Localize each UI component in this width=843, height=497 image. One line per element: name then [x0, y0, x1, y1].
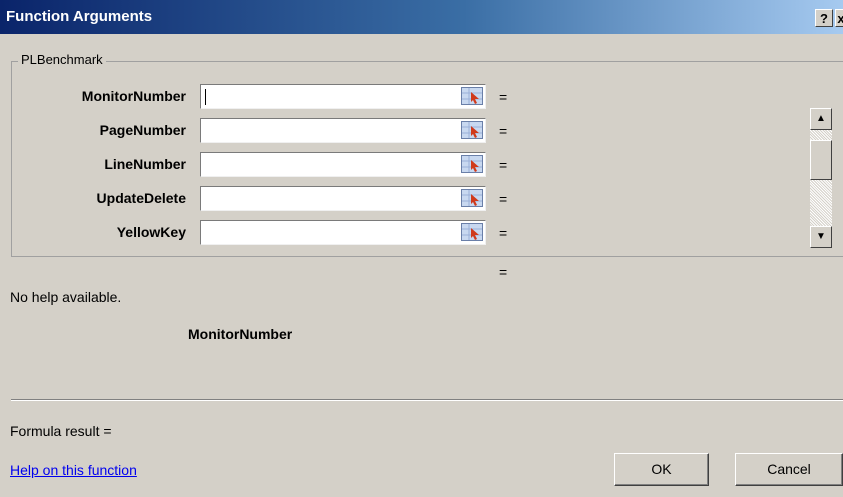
scroll-up-button[interactable]: ▲: [810, 108, 832, 130]
argument-label: YellowKey: [116, 224, 186, 240]
argument-result: =: [499, 123, 508, 139]
cancel-button[interactable]: Cancel: [735, 453, 843, 486]
collapse-dialog-icon[interactable]: [461, 189, 483, 207]
argument-result: =: [499, 157, 508, 173]
selected-argument-name: MonitorNumber: [188, 326, 293, 342]
ok-button[interactable]: OK: [614, 453, 709, 486]
argument-result: =: [499, 89, 508, 105]
window-title: Function Arguments: [6, 8, 153, 25]
collapse-dialog-icon[interactable]: [461, 87, 483, 105]
function-result-equals: =: [499, 264, 508, 280]
separator: [11, 399, 843, 401]
argument-label: PageNumber: [99, 122, 186, 138]
argument-label: MonitorNumber: [81, 88, 186, 104]
help-button[interactable]: ?: [815, 9, 833, 27]
argument-input-monitornumber[interactable]: [200, 84, 486, 109]
collapse-dialog-icon[interactable]: [461, 223, 483, 241]
argument-input-linenumber[interactable]: [200, 152, 486, 177]
function-name-legend: PLBenchmark: [18, 52, 106, 67]
arrow-up-icon: ▲: [816, 113, 826, 124]
argument-input-yellowkey[interactable]: [200, 220, 486, 245]
arrow-down-icon: ▼: [816, 231, 826, 242]
formula-result: Formula result =: [10, 423, 112, 439]
scroll-down-button[interactable]: ▼: [810, 226, 832, 248]
argument-label: UpdateDelete: [96, 190, 186, 206]
argument-input-pagenumber[interactable]: [200, 118, 486, 143]
help-on-function-link[interactable]: Help on this function: [10, 462, 137, 478]
argument-input-updatedelete[interactable]: [200, 186, 486, 211]
arguments-scrollbar[interactable]: ▲ ▼: [810, 108, 832, 248]
title-bar: Function Arguments ? x: [0, 0, 843, 34]
function-description: No help available.: [10, 289, 122, 305]
collapse-dialog-icon[interactable]: [461, 155, 483, 173]
argument-result: =: [499, 225, 508, 241]
scroll-thumb[interactable]: [810, 140, 832, 180]
argument-result: =: [499, 191, 508, 207]
help-icon: ?: [820, 11, 828, 26]
argument-label: LineNumber: [104, 156, 186, 172]
collapse-dialog-icon[interactable]: [461, 121, 483, 139]
text-caret: [205, 89, 206, 105]
close-button[interactable]: x: [835, 9, 843, 27]
close-icon: x: [837, 11, 843, 26]
